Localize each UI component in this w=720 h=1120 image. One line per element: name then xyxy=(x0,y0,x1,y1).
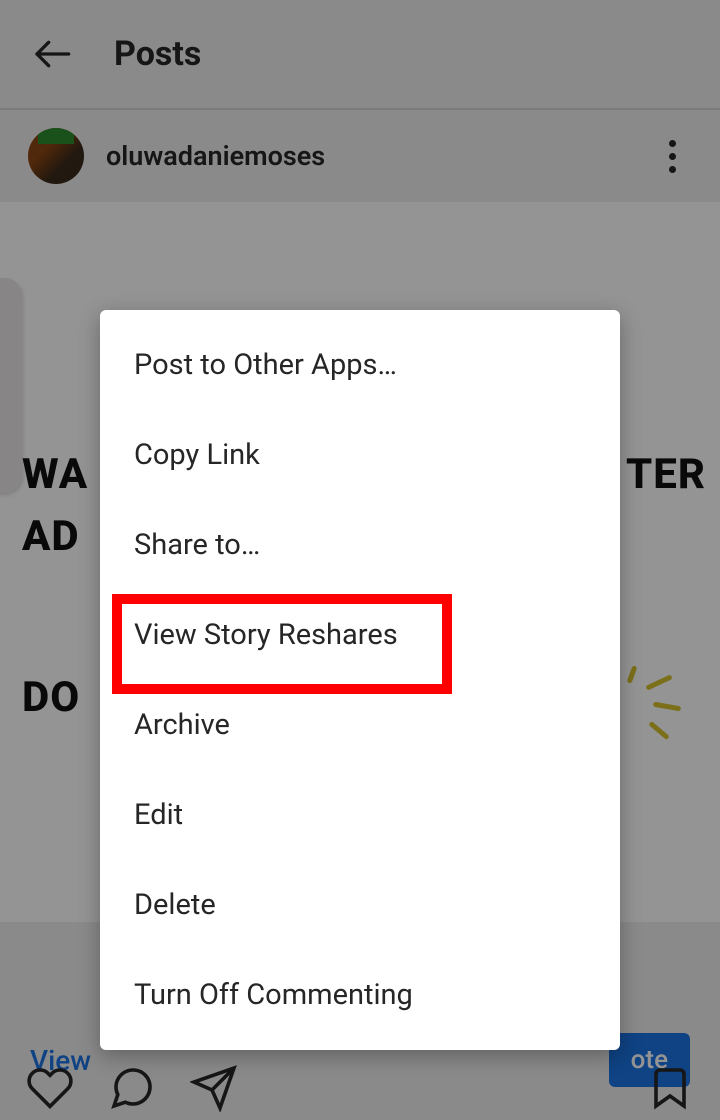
menu-item-post-other-apps[interactable]: Post to Other Apps… xyxy=(100,320,620,410)
menu-item-turn-off-commenting[interactable]: Turn Off Commenting xyxy=(100,950,620,1040)
menu-item-delete[interactable]: Delete xyxy=(100,860,620,950)
menu-item-edit[interactable]: Edit xyxy=(100,770,620,860)
menu-item-copy-link[interactable]: Copy Link xyxy=(100,410,620,500)
menu-item-share-to[interactable]: Share to… xyxy=(100,500,620,590)
menu-item-view-story-reshares[interactable]: View Story Reshares xyxy=(100,590,620,680)
menu-item-archive[interactable]: Archive xyxy=(100,680,620,770)
options-dialog: Post to Other Apps… Copy Link Share to… … xyxy=(100,310,620,1050)
